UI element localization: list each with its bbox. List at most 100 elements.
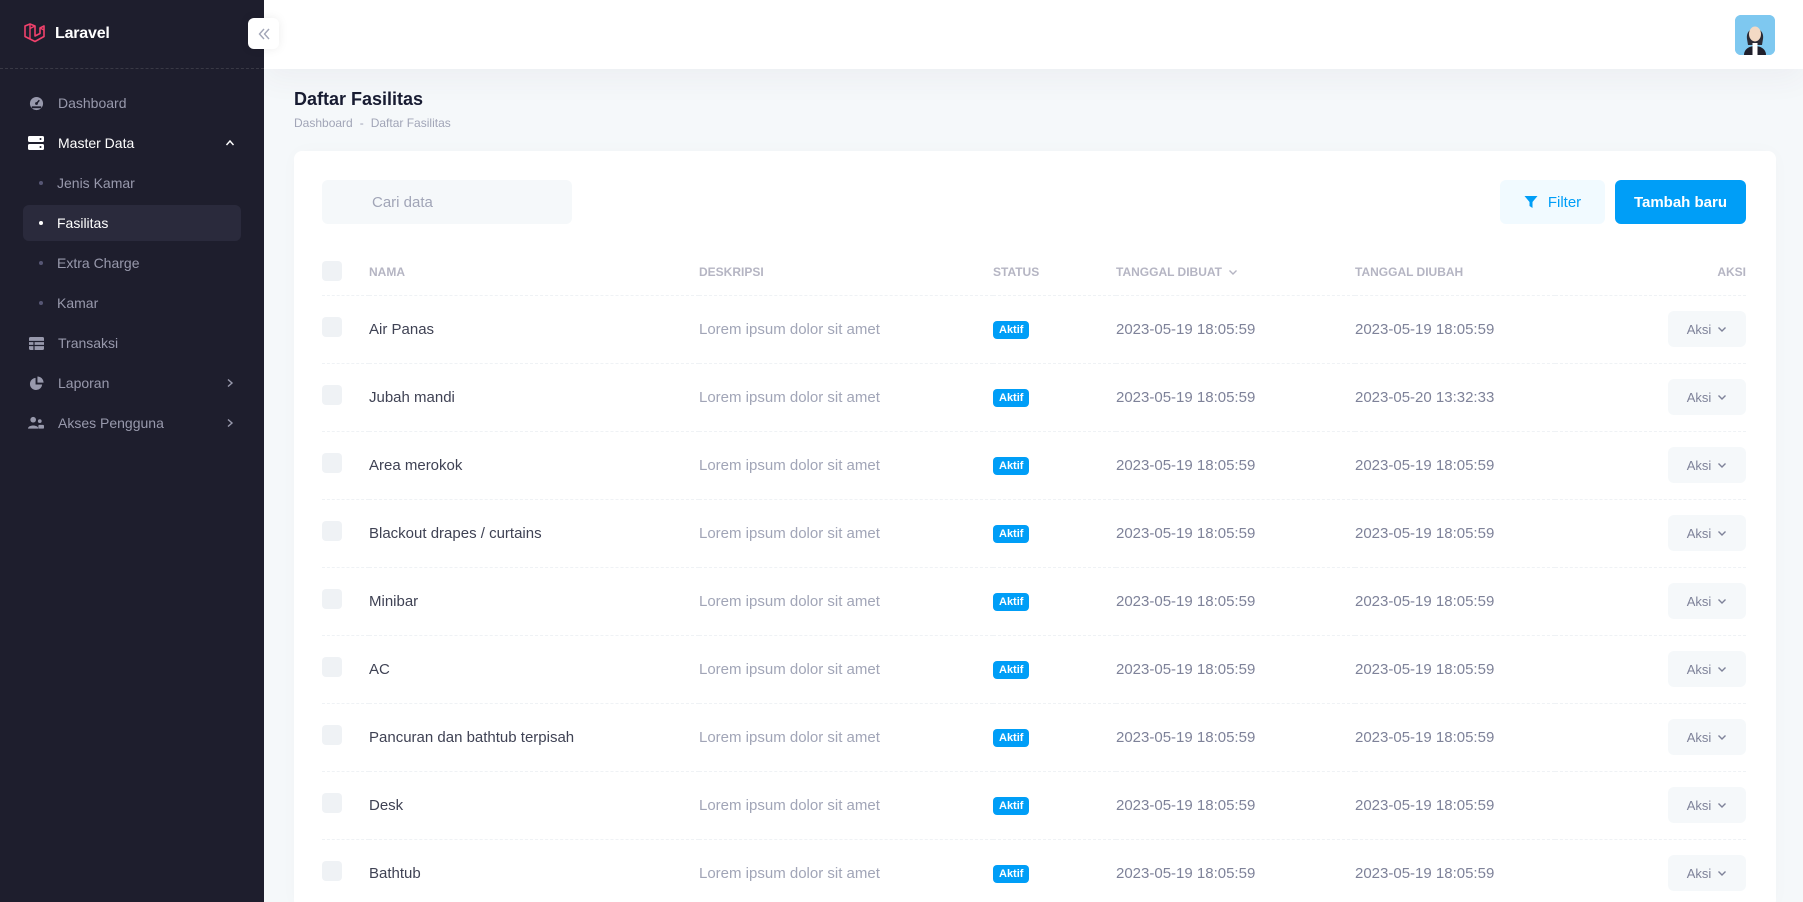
row-status-cell: Aktif [993, 567, 1116, 636]
row-action-cell: Aksi [1555, 499, 1746, 568]
row-updated: 2023-05-19 18:05:59 [1355, 431, 1555, 500]
search-input[interactable] [322, 180, 572, 224]
status-badge: Aktif [993, 524, 1030, 543]
row-checkbox[interactable] [322, 385, 342, 405]
sidebar-item-master-data[interactable]: Master Data [23, 125, 241, 161]
sort-created[interactable]: Tanggal Dibuat [1116, 265, 1238, 279]
row-updated: 2023-05-19 18:05:59 [1355, 499, 1555, 568]
row-checkbox-cell [322, 839, 369, 902]
header-name[interactable]: Nama [369, 250, 699, 296]
table-row[interactable]: AC Lorem ipsum dolor sit amet Aktif 2023… [322, 635, 1746, 704]
user-avatar[interactable] [1735, 14, 1775, 55]
row-created: 2023-05-19 18:05:59 [1116, 363, 1355, 432]
table-row[interactable]: Desk Lorem ipsum dolor sit amet Aktif 20… [322, 771, 1746, 840]
row-checkbox-cell [322, 703, 369, 772]
row-action-button[interactable]: Aksi [1668, 855, 1746, 891]
sidebar-subitem-label: Fasilitas [57, 215, 109, 231]
table-row[interactable]: Blackout drapes / curtains Lorem ipsum d… [322, 499, 1746, 568]
row-description: Lorem ipsum dolor sit amet [699, 431, 993, 500]
sidebar-menu: Dashboard Master Data Jenis Kamar Fasili… [0, 69, 264, 441]
table-row[interactable]: Air Panas Lorem ipsum dolor sit amet Akt… [322, 295, 1746, 364]
sidebar-item-laporan[interactable]: Laporan [23, 365, 241, 401]
row-created: 2023-05-19 18:05:59 [1116, 499, 1355, 568]
row-action-cell: Aksi [1555, 839, 1746, 902]
chevron-down-icon [1718, 667, 1727, 672]
row-updated: 2023-05-19 18:05:59 [1355, 295, 1555, 364]
filter-icon [1524, 196, 1538, 208]
topbar [264, 0, 1803, 69]
row-updated: 2023-05-19 18:05:59 [1355, 703, 1555, 772]
row-action-button[interactable]: Aksi [1668, 379, 1746, 415]
row-updated: 2023-05-19 18:05:59 [1355, 839, 1555, 902]
chevron-down-icon [1718, 395, 1727, 400]
row-action-button[interactable]: Aksi [1668, 787, 1746, 823]
status-badge: Aktif [993, 660, 1030, 679]
row-action-cell: Aksi [1555, 295, 1746, 364]
sidebar-subitem-fasilitas[interactable]: Fasilitas [23, 205, 241, 241]
database-icon [28, 135, 44, 151]
brand[interactable]: Laravel [0, 0, 264, 69]
row-action-button[interactable]: Aksi [1668, 719, 1746, 755]
row-name: Bathtub [369, 839, 699, 902]
header-description[interactable]: Deskripsi [699, 250, 993, 296]
table-row[interactable]: Minibar Lorem ipsum dolor sit amet Aktif… [322, 567, 1746, 636]
row-checkbox[interactable] [322, 861, 342, 881]
row-created: 2023-05-19 18:05:59 [1116, 295, 1355, 364]
row-name: Pancuran dan bathtub terpisah [369, 703, 699, 772]
row-checkbox[interactable] [322, 453, 342, 473]
sidebar-collapse-button[interactable] [248, 18, 279, 49]
header-status[interactable]: Status [993, 250, 1116, 296]
select-all-checkbox[interactable] [322, 260, 342, 281]
header-updated[interactable]: Tanggal Diubah [1355, 250, 1555, 296]
sidebar-item-akses-pengguna[interactable]: Akses Pengguna [23, 405, 241, 441]
row-action-button[interactable]: Aksi [1668, 515, 1746, 551]
chevron-down-icon [1718, 463, 1727, 468]
main-area: Daftar Fasilitas Dashboard - Daftar Fasi… [264, 0, 1803, 902]
table-row[interactable]: Area merokok Lorem ipsum dolor sit amet … [322, 431, 1746, 500]
row-action-label: Aksi [1686, 525, 1712, 541]
row-checkbox[interactable] [322, 317, 342, 337]
status-badge: Aktif [993, 320, 1030, 339]
row-checkbox[interactable] [322, 589, 342, 609]
row-action-label: Aksi [1686, 865, 1712, 881]
row-action-cell: Aksi [1555, 771, 1746, 840]
row-created: 2023-05-19 18:05:59 [1116, 771, 1355, 840]
row-description: Lorem ipsum dolor sit amet [699, 839, 993, 902]
row-checkbox[interactable] [322, 521, 342, 541]
row-status-cell: Aktif [993, 771, 1116, 840]
add-new-button[interactable]: Tambah baru [1615, 180, 1746, 224]
sidebar-subitem-jenis-kamar[interactable]: Jenis Kamar [23, 165, 241, 201]
row-checkbox[interactable] [322, 725, 342, 745]
sidebar-subitem-extra-charge[interactable]: Extra Charge [23, 245, 241, 281]
row-action-button[interactable]: Aksi [1668, 447, 1746, 483]
chevron-down-icon [1718, 599, 1727, 604]
breadcrumb: Dashboard - Daftar Fasilitas [294, 116, 1773, 130]
table-row[interactable]: Pancuran dan bathtub terpisah Lorem ipsu… [322, 703, 1746, 772]
row-action-button[interactable]: Aksi [1668, 583, 1746, 619]
table-icon [28, 335, 44, 351]
row-action-label: Aksi [1686, 797, 1712, 813]
table-row[interactable]: Bathtub Lorem ipsum dolor sit amet Aktif… [322, 839, 1746, 902]
table-row[interactable]: Jubah mandi Lorem ipsum dolor sit amet A… [322, 363, 1746, 432]
row-status-cell: Aktif [993, 431, 1116, 500]
row-description: Lorem ipsum dolor sit amet [699, 295, 993, 364]
sidebar-item-label: Laporan [58, 375, 110, 391]
row-description: Lorem ipsum dolor sit amet [699, 635, 993, 704]
sidebar-item-dashboard[interactable]: Dashboard [23, 85, 241, 121]
sidebar-subitem-kamar[interactable]: Kamar [23, 285, 241, 321]
chevron-down-icon [1229, 270, 1237, 276]
header-created[interactable]: Tanggal Dibuat [1116, 250, 1355, 296]
row-action-label: Aksi [1686, 389, 1712, 405]
chevron-up-icon [224, 137, 236, 149]
row-action-button[interactable]: Aksi [1668, 651, 1746, 687]
row-checkbox-cell [322, 431, 369, 500]
row-action-label: Aksi [1686, 593, 1712, 609]
row-action-button[interactable]: Aksi [1668, 311, 1746, 347]
row-checkbox[interactable] [322, 793, 342, 813]
sidebar-item-transaksi[interactable]: Transaksi [23, 325, 241, 361]
row-checkbox[interactable] [322, 657, 342, 677]
breadcrumb-link-dashboard[interactable]: Dashboard [294, 116, 353, 130]
filter-button[interactable]: Filter [1500, 180, 1605, 224]
chevron-down-icon [1718, 735, 1727, 740]
sidebar-item-label: Akses Pengguna [58, 415, 164, 431]
